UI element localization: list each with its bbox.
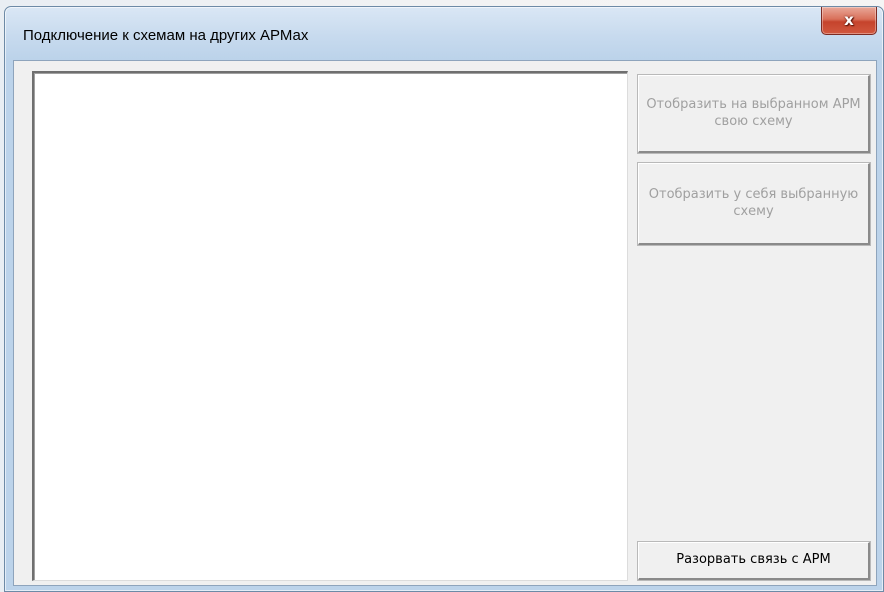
title-bar[interactable]: Подключение к схемам на других АРМах x [5, 7, 883, 57]
window-title: Подключение к схемам на других АРМах [23, 27, 309, 44]
show-my-scheme-on-selected-button[interactable]: Отобразить на выбранном АРМ свою схему [637, 74, 871, 154]
show-selected-scheme-button[interactable]: Отобразить у себя выбранную схему [637, 162, 871, 246]
show-my-scheme-label: Отобразить на выбранном АРМ свою схему [646, 97, 861, 129]
disconnect-button[interactable]: Разорвать связь с АРМ [637, 541, 871, 581]
workstation-list[interactable] [32, 71, 628, 581]
dialog-window: Подключение к схемам на других АРМах x О… [4, 6, 884, 592]
disconnect-label: Разорвать связь с АРМ [676, 552, 831, 568]
close-button[interactable]: x [821, 7, 877, 35]
show-selected-scheme-label: Отобразить у себя выбранную схему [648, 187, 859, 219]
dialog-client-area: Отобразить на выбранном АРМ свою схему О… [13, 60, 877, 586]
close-icon: x [844, 11, 854, 29]
